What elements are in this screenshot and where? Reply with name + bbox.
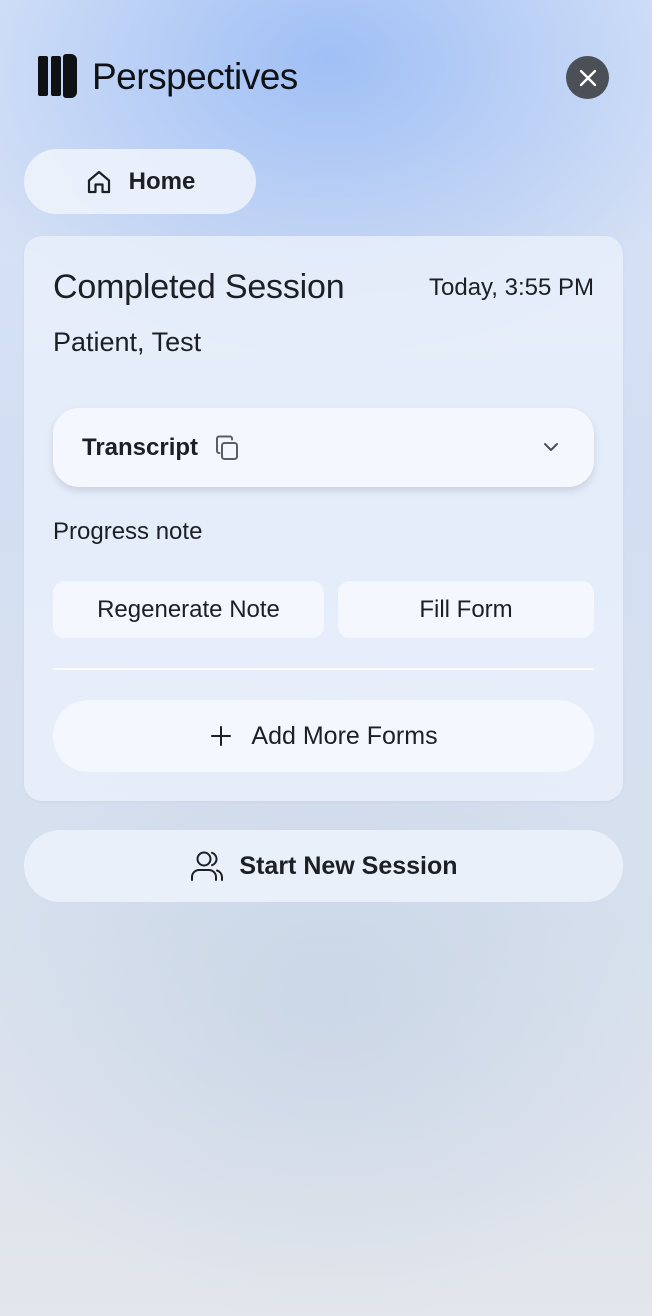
copy-icon[interactable]	[212, 433, 242, 463]
session-card: Completed Session Today, 3:55 PM Patient…	[24, 236, 623, 801]
perspectives-logo-icon	[38, 54, 78, 100]
start-new-session-button[interactable]: Start New Session	[24, 830, 623, 902]
add-more-forms-label: Add More Forms	[251, 721, 438, 750]
start-new-session-label: Start New Session	[239, 851, 458, 880]
session-timestamp: Today, 3:55 PM	[429, 274, 594, 301]
app-logo: Perspectives	[38, 54, 298, 100]
close-button[interactable]	[566, 56, 609, 99]
plus-icon	[211, 726, 232, 746]
divider	[53, 668, 594, 670]
app-name: Perspectives	[92, 56, 298, 97]
transcript-label: Transcript	[82, 433, 199, 461]
progress-note-label: Progress note	[53, 518, 203, 545]
regenerate-note-button[interactable]: Regenerate Note	[53, 581, 324, 638]
fill-form-button[interactable]: Fill Form	[338, 581, 594, 638]
chevron-down-icon[interactable]	[540, 436, 562, 458]
add-more-forms-button[interactable]: Add More Forms	[53, 700, 594, 772]
home-button[interactable]: Home	[24, 149, 256, 214]
close-icon	[579, 69, 596, 86]
users-icon	[191, 851, 224, 881]
transcript-accordion[interactable]: Transcript	[53, 408, 594, 487]
home-icon	[87, 170, 110, 193]
patient-name: Patient, Test	[53, 327, 202, 357]
home-label: Home	[128, 167, 196, 195]
session-title: Completed Session	[53, 268, 345, 306]
